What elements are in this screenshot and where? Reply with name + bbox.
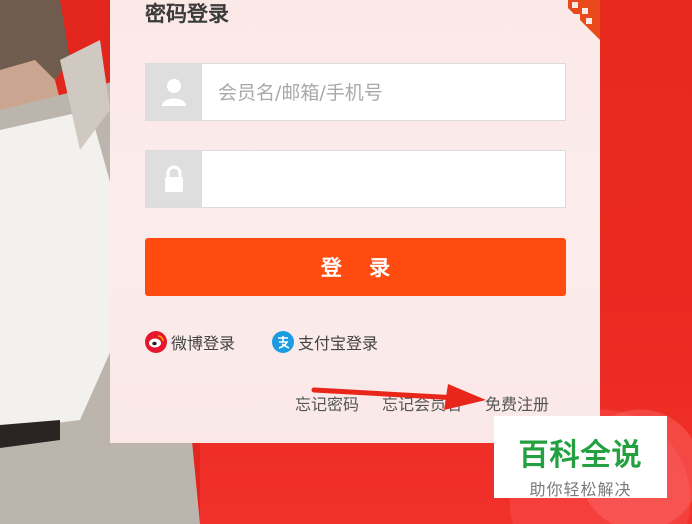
alipay-icon <box>272 331 294 353</box>
password-field[interactable] <box>145 150 566 209</box>
username-field[interactable] <box>145 63 566 122</box>
weibo-icon <box>145 331 167 353</box>
alipay-login-label: 支付宝登录 <box>298 334 379 353</box>
password-input[interactable] <box>216 151 560 209</box>
user-icon <box>146 64 202 120</box>
alipay-login-link[interactable]: 支付宝登录 <box>272 330 378 354</box>
weibo-login-label: 微博登录 <box>171 334 236 353</box>
watermark-sub-text: 助你轻松解决 <box>529 480 632 499</box>
watermark-main-text: 百科全说 <box>518 438 643 473</box>
arrow-annotation <box>311 384 486 410</box>
weibo-login-link[interactable]: 微博登录 <box>145 330 235 354</box>
watermark-logo: 百科全说 助你轻松解决 <box>494 416 667 499</box>
corner-qr-icon[interactable] <box>560 0 600 40</box>
username-input[interactable] <box>216 64 560 122</box>
lock-icon <box>146 151 202 207</box>
login-button[interactable]: 登 录 <box>145 238 566 296</box>
login-title: 密码登录 <box>145 2 229 26</box>
